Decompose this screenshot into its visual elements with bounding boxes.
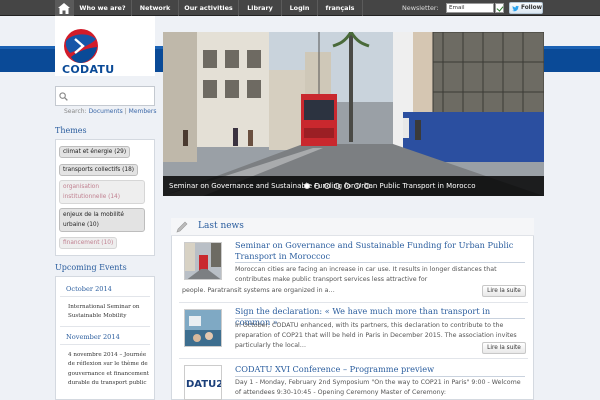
slider-dot[interactable] bbox=[334, 183, 340, 189]
slider-dot[interactable] bbox=[354, 183, 360, 189]
news-title-underline bbox=[235, 262, 525, 263]
read-more-button[interactable]: Lire la suite bbox=[482, 342, 526, 354]
news-title-link[interactable]: Seminar on Governance and Sustainable Fu… bbox=[235, 240, 525, 262]
slider-dot[interactable] bbox=[314, 183, 320, 189]
search-hint-separator: | bbox=[124, 108, 127, 115]
last-news-heading: Last news bbox=[198, 221, 244, 231]
theme-tag-transports-collectifs[interactable]: transports collectifs (18) bbox=[59, 164, 139, 176]
themes-heading: Themes bbox=[55, 126, 87, 135]
event-link-journee[interactable]: 4 novembre 2014 – Journée de réflexion s… bbox=[68, 351, 150, 389]
newsletter-email-input[interactable] bbox=[446, 3, 494, 13]
slider-pagination bbox=[304, 183, 370, 189]
search-box bbox=[55, 86, 155, 106]
tramway-street-photo bbox=[163, 32, 544, 196]
news-divider bbox=[179, 358, 528, 359]
codatu-globe-logo-icon bbox=[64, 29, 98, 63]
search-documents-link[interactable]: Documents bbox=[89, 108, 123, 115]
nav-library[interactable]: Library bbox=[238, 0, 281, 16]
search-hint-prefix: Search: bbox=[64, 108, 87, 115]
event-divider bbox=[60, 296, 150, 297]
news-thumbnail[interactable]: DATU20 bbox=[184, 365, 222, 400]
theme-tag-organisation[interactable]: organisation institutionnelle (14) bbox=[59, 180, 145, 204]
search-icon bbox=[59, 92, 68, 101]
twitter-follow-button[interactable]: Follow bbox=[509, 2, 543, 14]
nav-who-we-are[interactable]: Who we are? bbox=[73, 0, 131, 16]
event-divider bbox=[60, 344, 150, 345]
newsletter-label: Newsletter: bbox=[402, 4, 439, 12]
tramway-thumbnail-image bbox=[185, 243, 221, 279]
theme-tag-enjeux-mobilite[interactable]: enjeux de la mobilité urbaine (10) bbox=[59, 208, 145, 232]
newsletter-submit-button[interactable] bbox=[495, 3, 504, 13]
datu-thumbnail-text: DATU20 bbox=[186, 379, 221, 390]
slider-dot[interactable] bbox=[304, 183, 310, 189]
follow-label: Follow bbox=[520, 5, 542, 11]
pencil-icon bbox=[176, 221, 188, 233]
theme-tag-climat[interactable]: climat et énergie (29) bbox=[59, 146, 131, 158]
brand-name: CODATU bbox=[62, 63, 115, 76]
news-title-link[interactable]: CODATU XVI Conference – Programme previe… bbox=[235, 364, 525, 375]
news-divider bbox=[179, 302, 528, 303]
news-title-underline bbox=[235, 318, 525, 319]
news-excerpt: Day 1 - Monday, February 2nd Symposium "… bbox=[235, 379, 521, 396]
search-input[interactable] bbox=[70, 89, 152, 103]
nav-network[interactable]: Network bbox=[131, 0, 178, 16]
home-button[interactable] bbox=[55, 0, 73, 16]
slider-dot[interactable] bbox=[324, 183, 330, 189]
event-month-october: October 2014 bbox=[66, 285, 112, 293]
nav-language-francais[interactable]: français bbox=[317, 0, 363, 16]
news-thumbnail[interactable] bbox=[184, 309, 222, 347]
event-photo-thumbnail-image bbox=[185, 310, 221, 346]
news-excerpt: Moroccan cities are facing an increase i… bbox=[235, 266, 497, 283]
upcoming-events-heading: Upcoming Events bbox=[55, 263, 127, 272]
slider-dot[interactable] bbox=[344, 183, 350, 189]
featured-slider[interactable]: Seminar on Governance and Sustainable Fu… bbox=[163, 32, 544, 196]
nav-our-activities[interactable]: Our activities bbox=[178, 0, 238, 16]
news-excerpt-continued: people. Paratransit systems are organize… bbox=[182, 287, 335, 294]
search-members-link[interactable]: Members bbox=[129, 108, 157, 115]
event-month-november: November 2014 bbox=[66, 333, 120, 341]
home-icon bbox=[58, 2, 70, 14]
twitter-bird-icon bbox=[512, 5, 519, 11]
nav-login[interactable]: Login bbox=[281, 0, 317, 16]
event-divider bbox=[60, 326, 150, 327]
read-more-button[interactable]: Lire la suite bbox=[482, 285, 526, 297]
search-scope-links: Search: Documents | Members bbox=[64, 108, 156, 115]
slider-dot[interactable] bbox=[364, 183, 370, 189]
news-thumbnail[interactable] bbox=[184, 242, 222, 280]
theme-tag-financement[interactable]: financement (10) bbox=[59, 237, 118, 249]
news-title-underline bbox=[235, 376, 525, 377]
event-link-seminar[interactable]: International Seminar on Sustainable Mob… bbox=[68, 303, 150, 322]
